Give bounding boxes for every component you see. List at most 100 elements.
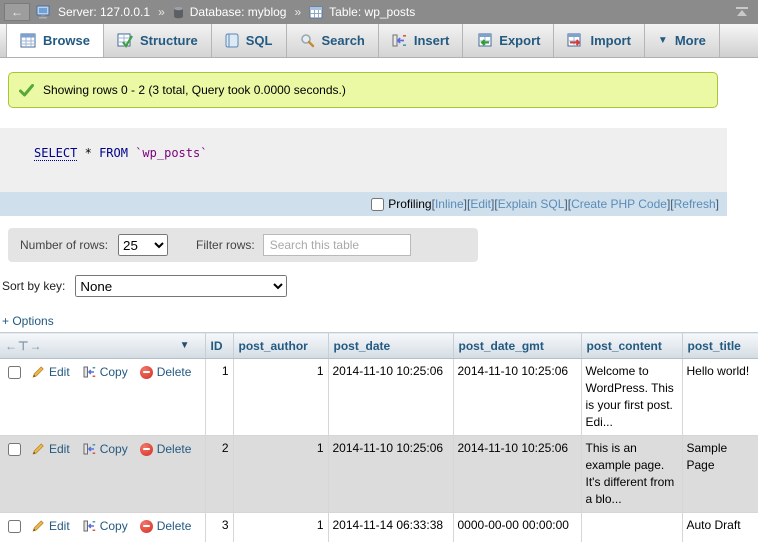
column-header-post-date[interactable]: post_date	[328, 333, 453, 359]
sql-query-text: SELECT * FROM `wp_posts`	[0, 128, 727, 192]
table-icon	[309, 6, 323, 19]
database-icon	[173, 6, 184, 19]
profiling-toggle[interactable]: Profiling	[371, 197, 431, 211]
explain-sql-link[interactable]: Explain SQL	[498, 197, 565, 211]
nav-back-button[interactable]: ←	[4, 3, 30, 21]
profiling-checkbox[interactable]	[371, 198, 384, 211]
copy-row-icon[interactable]	[82, 442, 96, 456]
export-icon	[476, 33, 492, 48]
row-checkbox[interactable]	[8, 366, 21, 379]
delete-row-icon[interactable]	[140, 443, 153, 456]
inline-link[interactable]: Inline	[435, 197, 464, 211]
table-row: Edit Copy Delete 3 1 2014-11-14 06:33:38…	[0, 513, 758, 542]
column-header-post-author[interactable]: post_author	[233, 333, 328, 359]
column-order-icon[interactable]: ←⊤→	[5, 339, 42, 353]
insert-icon	[392, 33, 407, 48]
delete-row-link[interactable]: Delete	[157, 518, 192, 535]
table-row: Edit Copy Delete 1 1 2014-11-10 10:25:06…	[0, 359, 758, 436]
copy-row-icon[interactable]	[82, 365, 96, 379]
cell-post-date-gmt: 2014-11-10 10:25:06	[453, 436, 581, 513]
column-header-id[interactable]: ID	[205, 333, 233, 359]
delete-row-link[interactable]: Delete	[157, 364, 192, 381]
cell-id: 2	[205, 436, 233, 513]
copy-row-icon[interactable]	[82, 519, 96, 533]
results-header-row: ←⊤→ ▼ ID post_author post_date post_date…	[0, 333, 758, 359]
breadcrumb-server[interactable]: Server: 127.0.0.1	[58, 5, 150, 19]
tab-label: Export	[499, 33, 540, 48]
delete-row-link[interactable]: Delete	[157, 441, 192, 458]
structure-icon	[117, 33, 133, 48]
row-checkbox[interactable]	[8, 520, 21, 533]
tabbar-filler	[720, 24, 758, 57]
column-header-post-content[interactable]: post_content	[581, 333, 682, 359]
breadcrumb-table[interactable]: Table: wp_posts	[329, 5, 415, 19]
results-table: ←⊤→ ▼ ID post_author post_date post_date…	[0, 332, 758, 542]
copy-row-link[interactable]: Copy	[100, 364, 128, 381]
column-header-post-title[interactable]: post_title	[682, 333, 758, 359]
create-php-code-link[interactable]: Create PHP Code	[571, 197, 667, 211]
tab-browse[interactable]: Browse	[6, 24, 104, 57]
tab-import[interactable]: Import	[554, 24, 644, 57]
tab-structure[interactable]: Structure	[104, 24, 212, 57]
edit-pencil-icon[interactable]	[31, 365, 45, 379]
refresh-link[interactable]: Refresh	[674, 197, 716, 211]
edit-row-link[interactable]: Edit	[49, 518, 70, 535]
cell-post-author: 1	[233, 513, 328, 542]
tab-search[interactable]: Search	[287, 24, 379, 57]
cell-post-content: This is an example page. It's different …	[581, 436, 682, 513]
tab-sql[interactable]: SQL	[212, 24, 287, 57]
tab-more[interactable]: ▼ More	[645, 24, 720, 57]
filter-rows-input[interactable]	[263, 234, 411, 256]
chevron-down-icon: ▼	[658, 35, 668, 46]
delete-row-icon[interactable]	[140, 520, 153, 533]
sort-control-row: Sort by key: None	[2, 274, 758, 298]
cell-post-title: Auto Draft	[682, 513, 758, 542]
copy-row-link[interactable]: Copy	[100, 441, 128, 458]
tab-label: More	[675, 33, 706, 48]
tab-label: SQL	[246, 33, 273, 48]
cell-post-date: 2014-11-10 10:25:06	[328, 359, 453, 436]
tab-export[interactable]: Export	[463, 24, 554, 57]
breadcrumb-database[interactable]: Database: myblog	[190, 5, 287, 19]
header-dropdown-icon[interactable]: ▼	[180, 340, 190, 351]
cell-post-title: Sample Page	[682, 436, 758, 513]
cell-post-author: 1	[233, 436, 328, 513]
row-actions: Edit Copy Delete	[0, 359, 205, 436]
edit-pencil-icon[interactable]	[31, 519, 45, 533]
sql-keyword-select[interactable]: SELECT	[34, 146, 77, 161]
sql-table-ref: `wp_posts`	[135, 146, 207, 160]
edit-query-link[interactable]: Edit	[470, 197, 491, 211]
tab-label: Search	[322, 33, 365, 48]
sql-query-panel: SELECT * FROM `wp_posts` Profiling[ Inli…	[0, 128, 727, 216]
options-toggle-link[interactable]: + Options	[2, 314, 54, 328]
status-message: Showing rows 0 - 2 (3 total, Query took …	[8, 72, 718, 108]
status-message-text: Showing rows 0 - 2 (3 total, Query took …	[43, 83, 346, 97]
delete-row-icon[interactable]	[140, 366, 153, 379]
breadcrumb-separator: »	[294, 5, 301, 19]
search-icon	[300, 33, 315, 48]
row-checkbox[interactable]	[8, 443, 21, 456]
cell-post-title: Hello world!	[682, 359, 758, 436]
edit-pencil-icon[interactable]	[31, 442, 45, 456]
sort-by-key-select[interactable]: None	[75, 275, 287, 297]
back-arrow-icon: ←	[11, 5, 23, 19]
tab-label: Insert	[414, 33, 449, 48]
number-of-rows-select[interactable]: 25	[118, 234, 168, 256]
rows-control-bar: Number of rows: 25 Filter rows:	[8, 228, 478, 262]
sql-icon	[225, 33, 239, 48]
cell-post-date: 2014-11-10 10:25:06	[328, 436, 453, 513]
cell-id: 3	[205, 513, 233, 542]
tab-insert[interactable]: Insert	[379, 24, 463, 57]
collapse-icon[interactable]	[734, 6, 750, 18]
column-header-post-date-gmt[interactable]: post_date_gmt	[453, 333, 581, 359]
edit-row-link[interactable]: Edit	[49, 441, 70, 458]
tab-label: Browse	[43, 33, 90, 48]
edit-row-link[interactable]: Edit	[49, 364, 70, 381]
cell-post-date-gmt: 2014-11-10 10:25:06	[453, 359, 581, 436]
cell-post-date-gmt: 0000-00-00 00:00:00	[453, 513, 581, 542]
copy-row-link[interactable]: Copy	[100, 518, 128, 535]
sql-keyword-from: FROM	[99, 146, 128, 160]
cell-post-author: 1	[233, 359, 328, 436]
row-actions: Edit Copy Delete	[0, 436, 205, 513]
tab-label: Import	[590, 33, 630, 48]
